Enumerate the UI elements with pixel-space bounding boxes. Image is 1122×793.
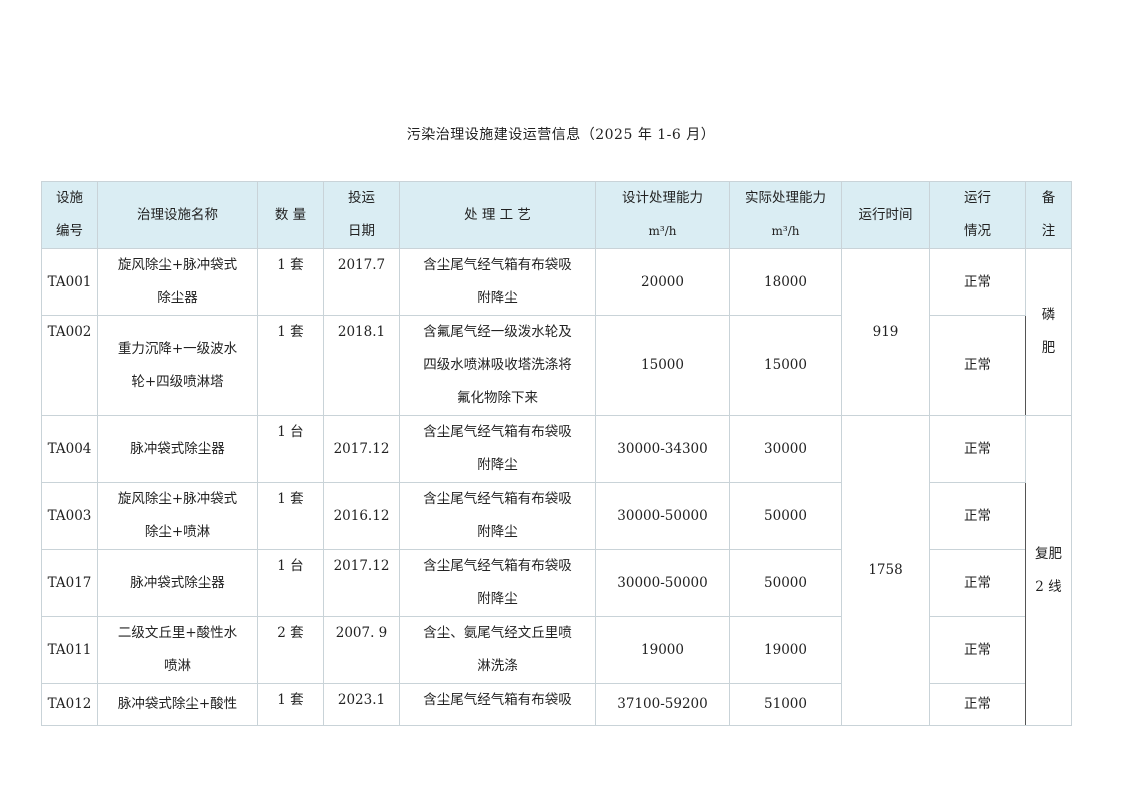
actual-capacity-cell: 50000 [729,549,842,617]
start-date-cell: 2017.7 [323,248,400,316]
facility-name-cell: 重力沉降+一级波水 轮+四级喷淋塔 [97,315,258,416]
facility-table: 设施 编号 治理设施名称 数 量 投运 日期 处 理 工 艺 设计处理能力 m³/h … [41,181,1072,726]
table-header: 设施 编号 治理设施名称 数 量 投运 日期 处 理 工 艺 设计处理能力 m³/h … [41,181,1072,249]
table-row: TA001 旋风除尘+脉冲袋式 除尘器 1 套 2017.7 含尘尾气经气箱有布袋… [41,248,1072,416]
design-capacity-cell: 30000-34300 [595,415,730,483]
table-row: TA004 脉冲袋式除尘器 1 台 2017.12 含尘尾气经气箱有布袋吸 附降尘… [41,415,1072,726]
actual-capacity-cell: 19000 [729,616,842,684]
quantity-cell: 1 套 [257,683,324,726]
facility-name-cell: 脉冲袋式除尘器 [97,415,258,483]
quantity-cell: 2 套 [257,616,324,684]
status-cell: 正常 [929,415,1026,483]
facility-id-cell: TA017 [41,549,98,617]
quantity-cell: 1 台 [257,549,324,617]
run-time-cell: 919 [841,248,930,416]
actual-capacity-cell: 18000 [729,248,842,316]
status-cell: 正常 [929,549,1026,617]
run-time-cell: 1758 [841,415,930,726]
process-cell: 含尘尾气经气箱有布袋吸 附降尘 [399,549,596,617]
facility-id-cell: TA002 [41,315,98,416]
start-date-cell: 2007. 9 [323,616,400,684]
quantity-cell: 1 套 [257,248,324,316]
start-date-cell: 2017.12 [323,415,400,483]
facility-id-cell: TA001 [41,248,98,316]
process-cell: 含尘、氨尾气经文丘里喷 淋洗涤 [399,616,596,684]
header-remark: 备注 [1025,181,1072,249]
status-cell: 正常 [929,683,1026,726]
header-start-date: 投运 日期 [323,181,400,249]
facility-name-cell: 脉冲袋式除尘+酸性 [97,683,258,726]
start-date-cell: 2018.1 [323,315,400,416]
facility-name-cell: 脉冲袋式除尘器 [97,549,258,617]
status-cell: 正常 [929,248,1026,316]
process-cell: 含尘尾气经气箱有布袋吸 附降尘 [399,248,596,316]
header-run-time: 运行时间 [841,181,930,249]
header-actual-capacity: 实际处理能力 m³/h [729,181,842,249]
design-capacity-cell: 19000 [595,616,730,684]
facility-id-cell: TA011 [41,616,98,684]
design-capacity-cell: 20000 [595,248,730,316]
start-date-cell: 2023.1 [323,683,400,726]
page-title: 污染治理设施建设运营信息（2025 年 1-6 月） [406,127,716,143]
header-facility-id: 设施 编号 [41,181,98,249]
remark-cell: 磷肥 [1025,248,1072,416]
actual-capacity-cell: 30000 [729,415,842,483]
quantity-cell: 1 套 [257,315,324,416]
facility-id-cell: TA004 [41,415,98,483]
status-cell: 正常 [929,482,1026,550]
status-cell: 正常 [929,315,1026,416]
design-capacity-cell: 30000-50000 [595,482,730,550]
facility-name-cell: 旋风除尘+脉冲袋式 除尘+喷淋 [97,482,258,550]
quantity-cell: 1 套 [257,482,324,550]
process-cell: 含尘尾气经气箱有布袋吸 附降尘 [399,482,596,550]
start-date-cell: 2017.12 [323,549,400,617]
header-quantity: 数 量 [257,181,324,249]
start-date-cell: 2016.12 [323,482,400,550]
facility-id-cell: TA003 [41,482,98,550]
facility-id-cell: TA012 [41,683,98,726]
process-cell: 含尘尾气经气箱有布袋吸 附降尘 [399,415,596,483]
status-cell: 正常 [929,616,1026,684]
facility-name-cell: 旋风除尘+脉冲袋式 除尘器 [97,248,258,316]
remark-cell: 复肥 2 线 [1025,415,1072,726]
design-capacity-cell: 15000 [595,315,730,416]
header-design-capacity: 设计处理能力 m³/h [595,181,730,249]
header-run-status: 运行 情况 [929,181,1026,249]
process-cell: 含尘尾气经气箱有布袋吸 [399,683,596,726]
header-process: 处 理 工 艺 [399,181,596,249]
facility-name-cell: 二级文丘里+酸性水 喷淋 [97,616,258,684]
design-capacity-cell: 37100-59200 [595,683,730,726]
header-facility-name: 治理设施名称 [97,181,258,249]
process-cell: 含氟尾气经一级泼水轮及 四级水喷淋吸收塔洗涤将 氟化物除下来 [399,315,596,416]
actual-capacity-cell: 50000 [729,482,842,550]
design-capacity-cell: 30000-50000 [595,549,730,617]
actual-capacity-cell: 51000 [729,683,842,726]
quantity-cell: 1 台 [257,415,324,483]
actual-capacity-cell: 15000 [729,315,842,416]
